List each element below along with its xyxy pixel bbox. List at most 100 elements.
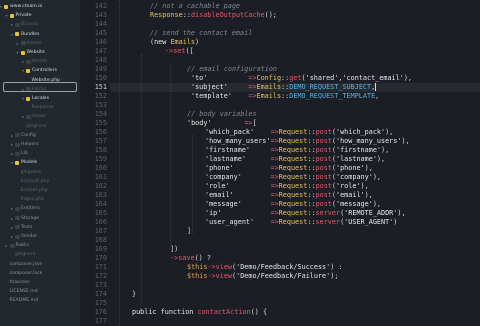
tree-item-label: README.md bbox=[9, 298, 39, 304]
folder-icon bbox=[15, 216, 20, 221]
code-token: () ? bbox=[194, 254, 211, 262]
tree-folder-item[interactable]: ▾ www.cteam.io bbox=[0, 2, 80, 11]
tree-folder-item[interactable]: ▾ Controllers bbox=[0, 66, 80, 75]
tree-folder-item[interactable]: ▸ Lib bbox=[0, 149, 80, 158]
code-token: Request bbox=[278, 146, 308, 154]
tree-folder-item[interactable]: ▸ Tests bbox=[0, 223, 80, 232]
code-token: ), bbox=[401, 137, 410, 145]
tree-item-label: Response bbox=[31, 105, 54, 111]
code-token: 'shared' bbox=[305, 74, 339, 82]
tree-folder-item[interactable]: ▸ Views bbox=[0, 112, 80, 121]
tree-folder-item[interactable]: ▸ Config bbox=[0, 131, 80, 140]
chevron-right-icon[interactable]: ▸ bbox=[6, 241, 8, 250]
chevron-right-icon[interactable]: ▸ bbox=[22, 57, 24, 66]
chevron-right-icon[interactable]: ▸ bbox=[11, 140, 13, 149]
line-number: 168 bbox=[94, 236, 107, 244]
line-number: 148 bbox=[94, 56, 107, 64]
tree-folder-item[interactable]: ▸ Vendor bbox=[0, 232, 80, 241]
text-cursor bbox=[375, 83, 377, 91]
code-token: 'company' bbox=[336, 173, 373, 181]
chevron-right-icon[interactable]: ▸ bbox=[11, 204, 13, 213]
code-token: // body variables bbox=[187, 110, 257, 118]
code-line: 'user_agent' =>Request::server('USER_AGE… bbox=[205, 218, 397, 227]
folder-icon bbox=[26, 114, 31, 119]
code-token: 'Demo/Feedback/Success' bbox=[236, 263, 331, 271]
code-token: => bbox=[244, 119, 253, 127]
chevron-right-icon[interactable]: ▸ bbox=[11, 131, 13, 140]
tree-file-item[interactable]: Entities.php bbox=[0, 186, 80, 195]
folder-icon bbox=[15, 206, 20, 211]
indent-guide bbox=[170, 63, 171, 243]
tree-folder-item[interactable]: ▸ Assets bbox=[0, 57, 80, 66]
tree-file-item[interactable]: Account.php bbox=[0, 177, 80, 186]
line-number: 175 bbox=[94, 299, 107, 307]
code-line: 'ip' =>Request::server('REMOTE_ADDR'), bbox=[205, 209, 406, 218]
checked-folder-icon bbox=[4, 4, 8, 9]
line-number: 166 bbox=[94, 218, 107, 226]
code-token: post bbox=[315, 173, 332, 181]
line-number: 155 bbox=[94, 119, 107, 127]
tree-file-item[interactable]: Response bbox=[0, 103, 80, 112]
chevron-down-icon[interactable]: ▾ bbox=[11, 158, 13, 167]
code-line: ] bbox=[187, 227, 191, 236]
tree-file-item[interactable]: gitignore bbox=[0, 168, 80, 177]
code-token: Request bbox=[278, 191, 308, 199]
code-token: Config bbox=[256, 74, 282, 82]
tree-folder-item[interactable]: ▾ Locales bbox=[0, 94, 80, 103]
chevron-right-icon[interactable]: ▸ bbox=[22, 112, 24, 121]
tree-folder-item[interactable]: ▸ Storage bbox=[0, 214, 80, 223]
code-token: } bbox=[132, 290, 137, 298]
tree-folder-item[interactable]: ▸ Assets bbox=[0, 39, 80, 48]
code-line: 'message' =>Request::post('message'), bbox=[205, 200, 381, 209]
chevron-right-icon[interactable]: ▸ bbox=[11, 149, 13, 158]
code-line: 'subject' =>Emails::DEMO_REQUEST_SUBJECT… bbox=[191, 83, 377, 92]
line-number: 165 bbox=[94, 209, 107, 217]
tree-file-item[interactable]: gitignore bbox=[0, 122, 80, 131]
code-token: DEMO_REQUEST_SUBJECT bbox=[289, 83, 372, 91]
line-number: 154 bbox=[94, 110, 107, 118]
tree-file-item[interactable]: Pages.php bbox=[0, 195, 80, 204]
folder-icon bbox=[26, 59, 31, 64]
code-line: // send the contact email bbox=[150, 29, 252, 38]
chevron-down-icon[interactable]: ▾ bbox=[0, 2, 2, 11]
tree-folder-item[interactable]: ▸ Helpers bbox=[0, 140, 80, 149]
code-token: // not a cachable page bbox=[150, 2, 241, 10]
line-number: 149 bbox=[94, 65, 107, 73]
code-token: 'message' bbox=[205, 200, 242, 208]
folder-icon bbox=[15, 225, 20, 230]
tree-file-item[interactable]: htaccess bbox=[0, 278, 80, 287]
code-line: ->save() ? bbox=[170, 254, 211, 263]
tree-folder-item[interactable]: ▸ Public bbox=[0, 241, 80, 250]
chevron-down-icon[interactable]: ▾ bbox=[22, 94, 24, 103]
tree-folder-item[interactable]: ▾ Models bbox=[0, 158, 80, 167]
tree-folder-item[interactable]: ▾ Bundles bbox=[0, 30, 80, 39]
tree-folder-item[interactable]: ▸ Bizness bbox=[0, 20, 80, 29]
checked-folder-icon bbox=[26, 68, 30, 73]
tree-file-item[interactable]: gitignore bbox=[0, 250, 80, 259]
chevron-down-icon[interactable]: ▾ bbox=[17, 48, 19, 57]
code-token: 'lastname' bbox=[205, 155, 246, 163]
chevron-down-icon[interactable]: ▾ bbox=[22, 66, 24, 75]
chevron-right-icon[interactable]: ▸ bbox=[11, 20, 13, 29]
code-token: post bbox=[315, 137, 332, 145]
chevron-right-icon[interactable]: ▸ bbox=[17, 39, 19, 48]
line-number: 170 bbox=[94, 254, 107, 262]
tree-item-label: Helpers bbox=[21, 142, 39, 147]
code-token: Request bbox=[278, 155, 308, 163]
code-editor[interactable]: // not a cachable page Response::disableO… bbox=[110, 0, 480, 326]
tree-file-item[interactable]: composer.lock bbox=[0, 269, 80, 278]
chevron-down-icon[interactable]: ▾ bbox=[11, 30, 13, 39]
chevron-down-icon[interactable]: ▾ bbox=[6, 11, 8, 20]
tree-file-item[interactable]: README.md bbox=[0, 296, 80, 305]
tree-folder-item[interactable]: ▸ Entitlers bbox=[0, 204, 80, 213]
tree-folder-item[interactable]: ▾ Private bbox=[0, 11, 80, 20]
tree-file-item[interactable]: composer.json bbox=[0, 260, 80, 269]
tree-file-item[interactable]: LICENSE.md bbox=[0, 287, 80, 296]
chevron-right-icon[interactable]: ▸ bbox=[11, 223, 13, 232]
line-number: 159 bbox=[94, 155, 107, 163]
chevron-right-icon[interactable]: ▸ bbox=[11, 214, 13, 223]
code-token: post bbox=[315, 146, 332, 154]
tree-folder-item[interactable]: ▾ Website bbox=[0, 48, 80, 57]
chevron-right-icon[interactable]: ▸ bbox=[11, 232, 13, 241]
